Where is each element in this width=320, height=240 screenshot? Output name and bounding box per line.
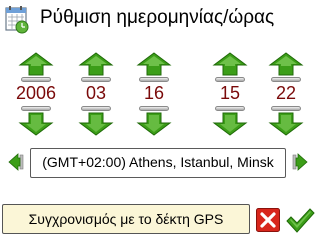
spinner-day: 16: [136, 52, 172, 140]
gps-sync-button[interactable]: Συγχρονισμός με το δέκτη GPS: [2, 204, 250, 234]
confirm-checkmark-icon[interactable]: [285, 206, 315, 234]
day-value: 16: [143, 83, 165, 103]
spinner-divider: [81, 77, 111, 82]
cancel-x-icon[interactable]: [256, 208, 280, 232]
decrement-year-button[interactable]: [18, 112, 54, 136]
spinner-divider: [215, 106, 245, 111]
spinner-divider: [139, 77, 169, 82]
spinner-month: 03: [78, 52, 114, 140]
timezone-selector[interactable]: (GMT+02:00) Athens, Istanbul, Minsk: [30, 148, 286, 178]
spinner-minute: 22: [268, 52, 304, 140]
decrement-minute-button[interactable]: [268, 112, 304, 136]
spinner-divider: [139, 106, 169, 111]
calendar-clock-icon: [5, 6, 29, 34]
spinner-divider: [81, 106, 111, 111]
minute-value: 22: [275, 83, 297, 103]
spinner-divider: [271, 106, 301, 111]
spinner-divider: [21, 106, 51, 111]
year-value: 2006: [15, 83, 57, 103]
page-title: Ρύθμιση ημερομηνίας/ώρας: [40, 7, 275, 28]
decrement-day-button[interactable]: [136, 112, 172, 136]
spinner-year: 2006: [16, 52, 56, 140]
month-value: 03: [85, 83, 107, 103]
increment-year-button[interactable]: [18, 52, 54, 76]
decrement-month-button[interactable]: [78, 112, 114, 136]
header: Ρύθμιση ημερομηνίας/ώρας: [0, 0, 320, 40]
increment-hour-button[interactable]: [212, 52, 248, 76]
spinner-hour: 15: [212, 52, 248, 140]
increment-month-button[interactable]: [78, 52, 114, 76]
decrement-hour-button[interactable]: [212, 112, 248, 136]
increment-minute-button[interactable]: [268, 52, 304, 76]
timezone-label: (GMT+02:00) Athens, Istanbul, Minsk: [42, 154, 274, 170]
timezone-next-arrow-icon[interactable]: [292, 152, 308, 172]
spinner-divider: [271, 77, 301, 82]
gps-sync-label: Συγχρονισμός με το δέκτη GPS: [28, 211, 224, 227]
hour-value: 15: [219, 83, 241, 103]
timezone-previous-arrow-icon[interactable]: [8, 152, 24, 172]
increment-day-button[interactable]: [136, 52, 172, 76]
spinner-divider: [21, 77, 51, 82]
date-time-settings-screen: Ρύθμιση ημερομηνίας/ώρας 2006 03 16 15 2…: [0, 0, 320, 240]
spinner-divider: [215, 77, 245, 82]
